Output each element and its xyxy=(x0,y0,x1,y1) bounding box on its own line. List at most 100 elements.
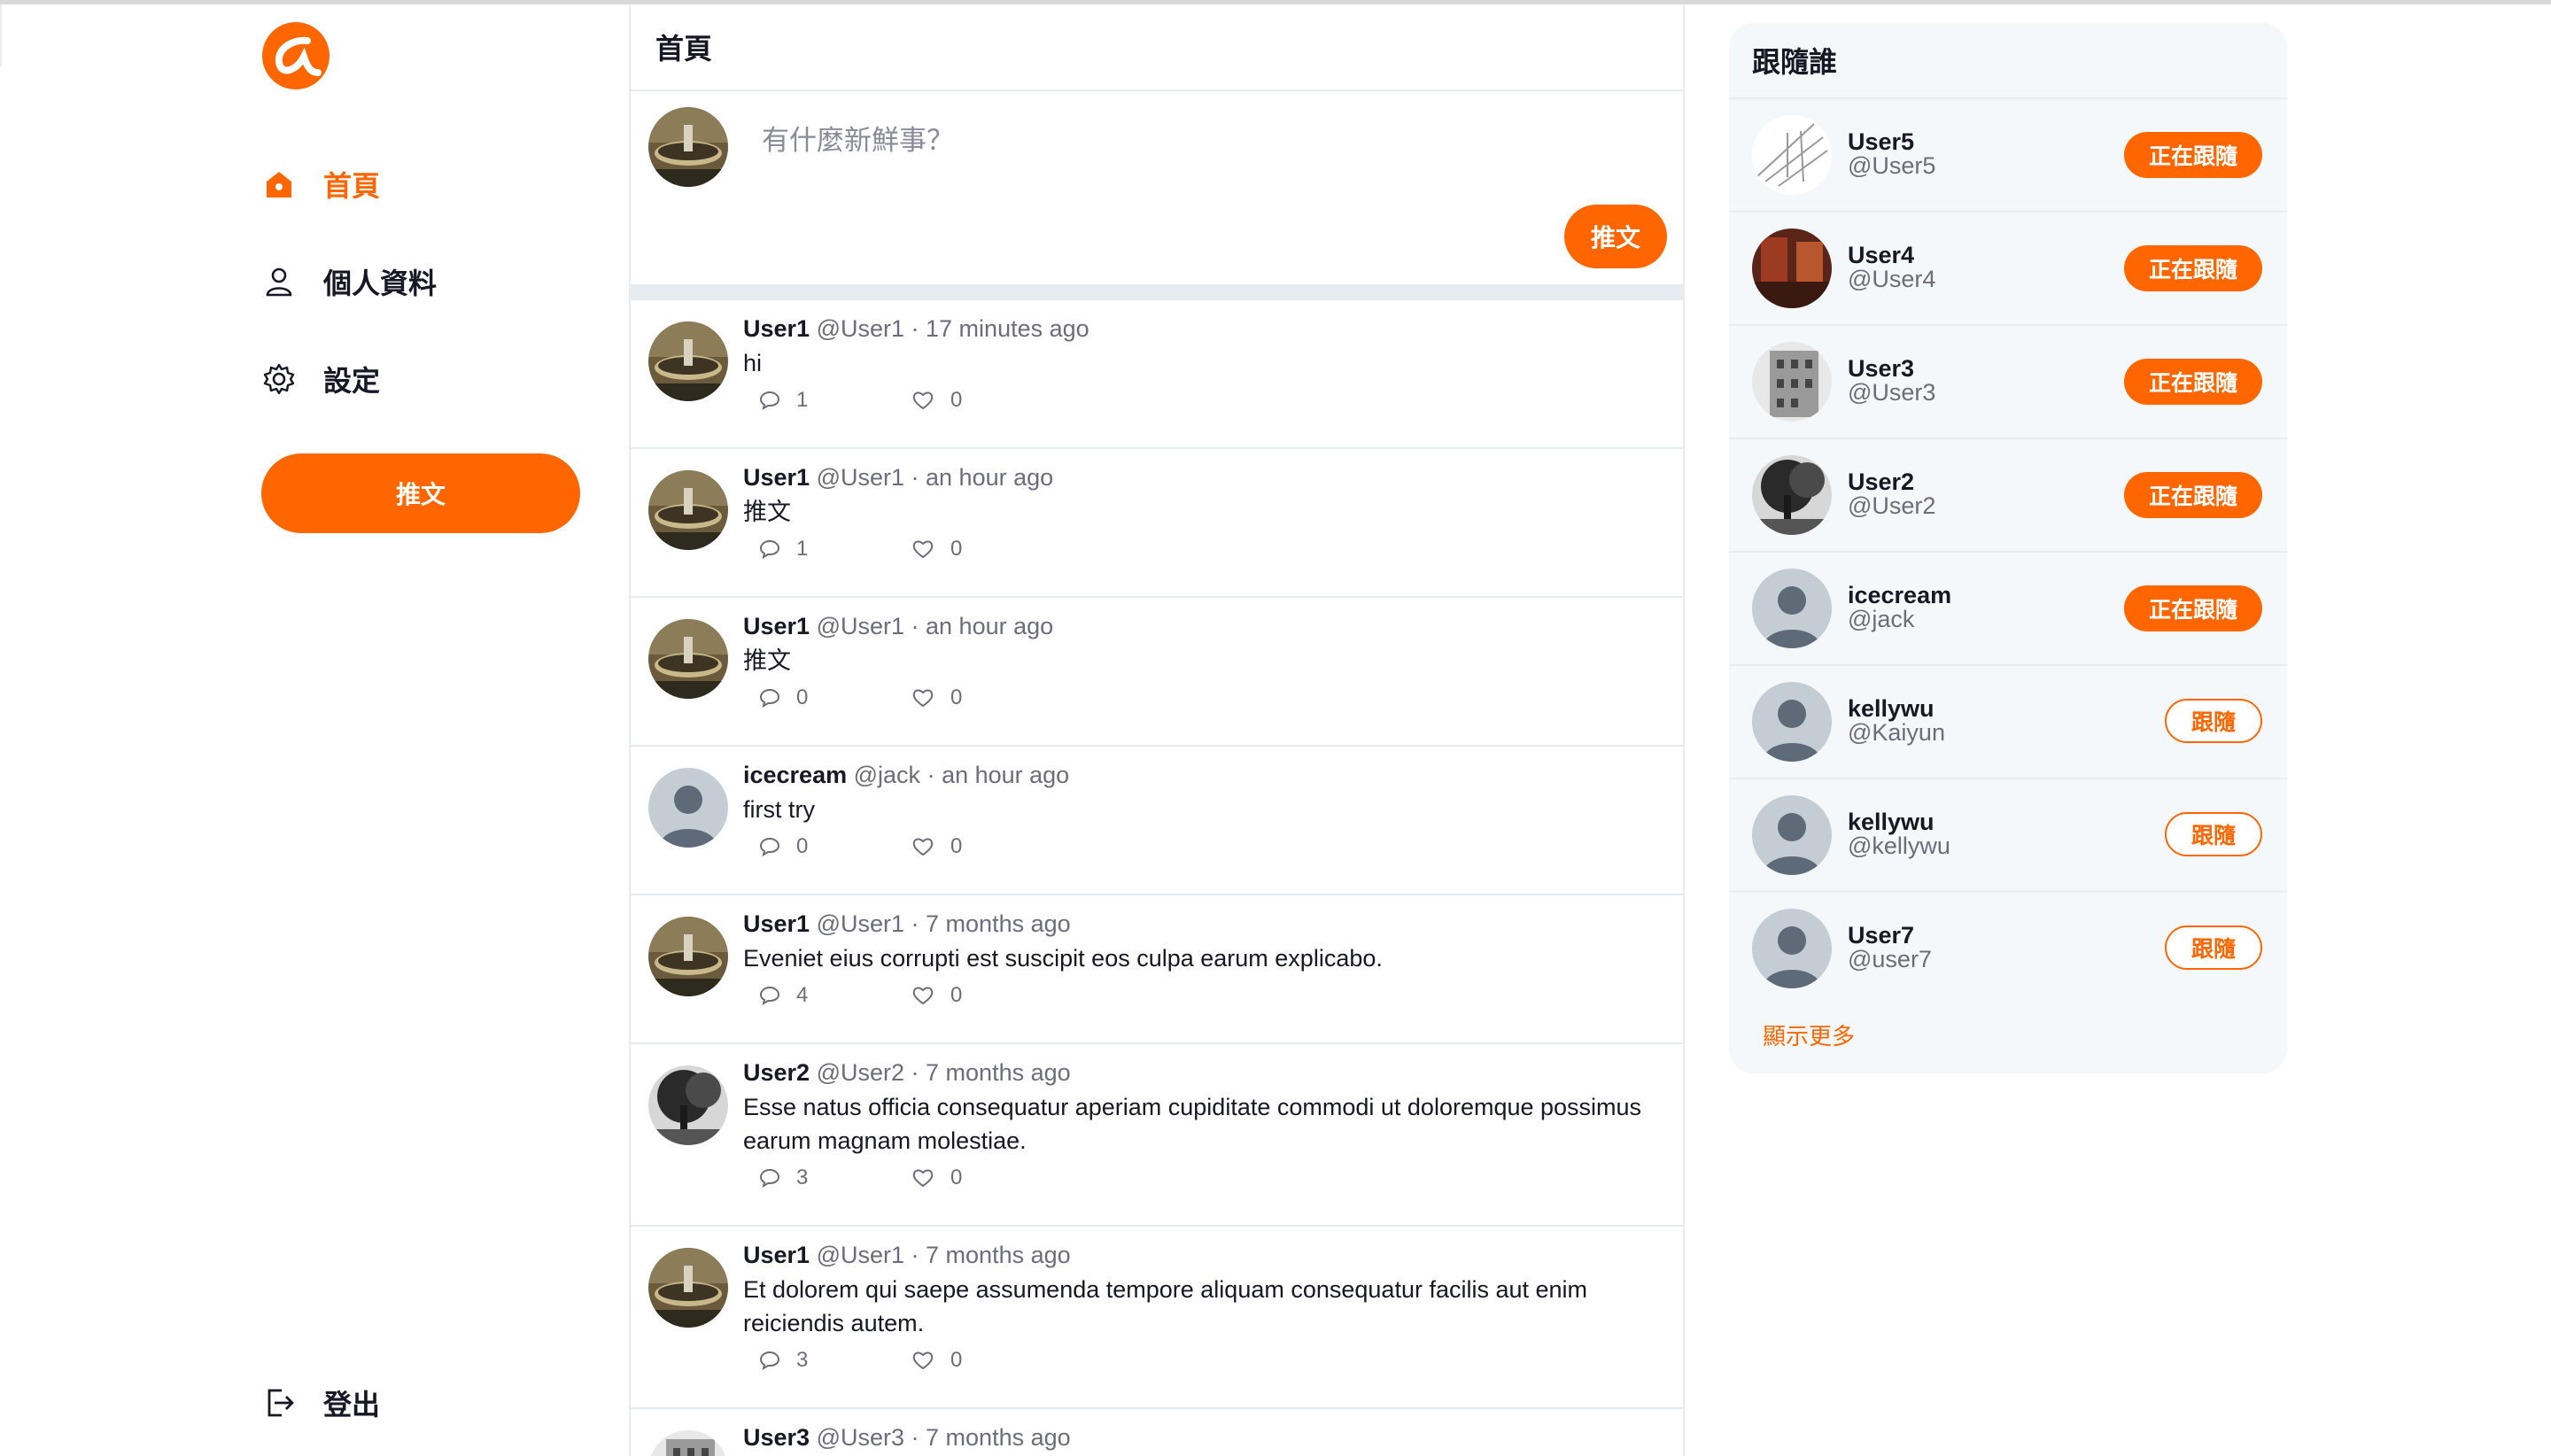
logo-icon[interactable] xyxy=(261,21,330,90)
sidebar-tweet-button[interactable]: 推文 xyxy=(261,453,580,533)
comment-icon xyxy=(759,1351,780,1371)
user-handle: @jack xyxy=(1848,606,1915,632)
following-button[interactable]: 正在跟隨 xyxy=(2124,245,2262,291)
like-button[interactable]: 0 xyxy=(911,983,962,1008)
avatar[interactable] xyxy=(648,917,728,996)
nav-item-label: 首頁 xyxy=(323,170,381,202)
like-button[interactable]: 0 xyxy=(911,537,962,561)
tweet-card[interactable]: User3 @User3 · 7 months ago xyxy=(631,1409,1683,1456)
nav-item-home[interactable]: 首頁 xyxy=(261,158,380,211)
reply-button[interactable]: 1 xyxy=(759,388,911,413)
avatar[interactable] xyxy=(1752,455,1832,535)
follow-button[interactable]: 跟隨 xyxy=(2165,812,2262,856)
post-tweet-button[interactable]: 推文 xyxy=(1564,205,1667,268)
avatar[interactable] xyxy=(648,1248,728,1328)
avatar[interactable] xyxy=(1752,795,1832,875)
suggested-user[interactable]: kellywu @kellywu 跟隨 xyxy=(1729,779,2287,893)
following-button[interactable]: 正在跟隨 xyxy=(2124,132,2262,178)
tweet-handle[interactable]: @User1 xyxy=(817,613,904,639)
like-button[interactable]: 0 xyxy=(911,1348,962,1373)
reply-button[interactable]: 4 xyxy=(759,983,911,1008)
reply-count: 4 xyxy=(796,983,809,1007)
show-more-link[interactable]: 顯示更多 xyxy=(1763,1018,1855,1051)
tweet-handle[interactable]: @User1 xyxy=(817,910,904,937)
like-button[interactable]: 0 xyxy=(911,1166,962,1190)
tweet-author[interactable]: User1 xyxy=(743,315,810,342)
tweet-card[interactable]: User1 @User1 · an hour ago 推文 0 0 xyxy=(631,598,1683,747)
avatar[interactable] xyxy=(648,470,728,550)
avatar[interactable] xyxy=(1752,228,1832,308)
suggested-user[interactable]: User4 @User4 正在跟隨 xyxy=(1729,213,2287,326)
tweet-handle[interactable]: @User3 xyxy=(817,1424,904,1451)
like-button[interactable]: 0 xyxy=(911,685,962,710)
nav-item-label: 設定 xyxy=(323,365,381,397)
tweet-handle[interactable]: @User1 xyxy=(817,464,904,491)
tweet-author[interactable]: User1 xyxy=(743,1242,810,1268)
suggested-user[interactable]: User5 @User5 正在跟隨 xyxy=(1729,99,2287,213)
suggested-user[interactable]: icecream @jack 正在跟隨 xyxy=(1729,553,2287,666)
comment-icon xyxy=(759,539,780,560)
tweet-author[interactable]: User1 xyxy=(743,910,810,937)
following-button[interactable]: 正在跟隨 xyxy=(2124,585,2262,631)
tweet-card[interactable]: User2 @User2 · 7 months ago Esse natus o… xyxy=(631,1044,1683,1227)
follow-button[interactable]: 跟隨 xyxy=(2165,699,2262,743)
tweet-card[interactable]: User1 @User1 · 7 months ago Eveniet eius… xyxy=(631,895,1683,1044)
reply-button[interactable]: 0 xyxy=(759,685,911,710)
suggested-user[interactable]: User2 @User2 正在跟隨 xyxy=(1729,439,2287,553)
tweet-time: · 7 months ago xyxy=(911,1059,1071,1086)
suggested-user[interactable]: User3 @User3 正在跟隨 xyxy=(1729,326,2287,439)
nav-item-settings[interactable]: 設定 xyxy=(261,352,380,406)
composer-input[interactable]: 有什麼新鮮事？ xyxy=(762,118,954,158)
tweet-handle[interactable]: @jack xyxy=(854,762,920,788)
tweet-list: User1 @User1 · 17 minutes ago hi 1 0 Use… xyxy=(631,300,1683,1456)
user-handle: @User4 xyxy=(1848,266,1936,292)
heart-icon xyxy=(912,540,934,559)
tweet-handle[interactable]: @User1 xyxy=(817,315,904,342)
reply-button[interactable]: 0 xyxy=(759,834,911,859)
avatar[interactable] xyxy=(648,321,728,401)
avatar[interactable] xyxy=(1752,115,1832,195)
suggested-user[interactable]: kellywu @Kaiyun 跟隨 xyxy=(1729,666,2287,779)
avatar[interactable] xyxy=(1752,682,1832,762)
tweet-card[interactable]: User1 @User1 · 17 minutes ago hi 1 0 xyxy=(631,300,1683,449)
user-handle: @User2 xyxy=(1848,492,1936,519)
comment-icon xyxy=(759,1168,780,1189)
heart-icon xyxy=(912,987,934,1005)
avatar[interactable] xyxy=(1752,342,1832,422)
follow-button[interactable]: 跟隨 xyxy=(2165,925,2262,970)
avatar[interactable] xyxy=(648,1430,728,1456)
avatar[interactable] xyxy=(648,768,728,848)
heart-icon xyxy=(912,838,934,856)
reply-count: 1 xyxy=(796,388,809,412)
reply-button[interactable]: 3 xyxy=(759,1348,911,1373)
tweet-time: · 7 months ago xyxy=(911,1242,1071,1268)
tweet-card[interactable]: User1 @User1 · 7 months ago Et dolorem q… xyxy=(631,1227,1683,1409)
home-icon xyxy=(261,167,297,202)
logout-button[interactable]: 登出 xyxy=(261,1376,380,1429)
like-count: 0 xyxy=(950,537,963,561)
reply-button[interactable]: 1 xyxy=(759,537,911,561)
tweet-handle[interactable]: @User1 xyxy=(817,1242,904,1268)
avatar[interactable] xyxy=(1752,569,1832,648)
tweet-card[interactable]: icecream @jack · an hour ago first try 0… xyxy=(631,747,1683,895)
nav-item-profile[interactable]: 個人資料 xyxy=(261,255,437,308)
avatar[interactable] xyxy=(648,619,728,699)
like-button[interactable]: 0 xyxy=(911,388,962,413)
tweet-author[interactable]: User1 xyxy=(743,613,810,639)
heart-icon xyxy=(912,1351,934,1370)
tweet-card[interactable]: User1 @User1 · an hour ago 推文 1 0 xyxy=(631,449,1683,598)
tweet-handle[interactable]: @User2 xyxy=(817,1059,904,1086)
following-button[interactable]: 正在跟隨 xyxy=(2124,472,2262,518)
like-count: 0 xyxy=(950,685,963,709)
tweet-author[interactable]: User3 xyxy=(743,1424,810,1451)
tweet-author[interactable]: icecream xyxy=(743,762,847,788)
reply-button[interactable]: 3 xyxy=(759,1166,911,1190)
suggested-user[interactable]: User7 @user7 跟隨 xyxy=(1729,893,2287,1004)
avatar[interactable] xyxy=(648,1065,728,1145)
comment-icon xyxy=(759,688,780,709)
tweet-author[interactable]: User2 xyxy=(743,1059,810,1086)
avatar[interactable] xyxy=(1752,909,1832,988)
like-button[interactable]: 0 xyxy=(911,834,962,859)
following-button[interactable]: 正在跟隨 xyxy=(2124,359,2262,405)
tweet-author[interactable]: User1 xyxy=(743,464,810,491)
